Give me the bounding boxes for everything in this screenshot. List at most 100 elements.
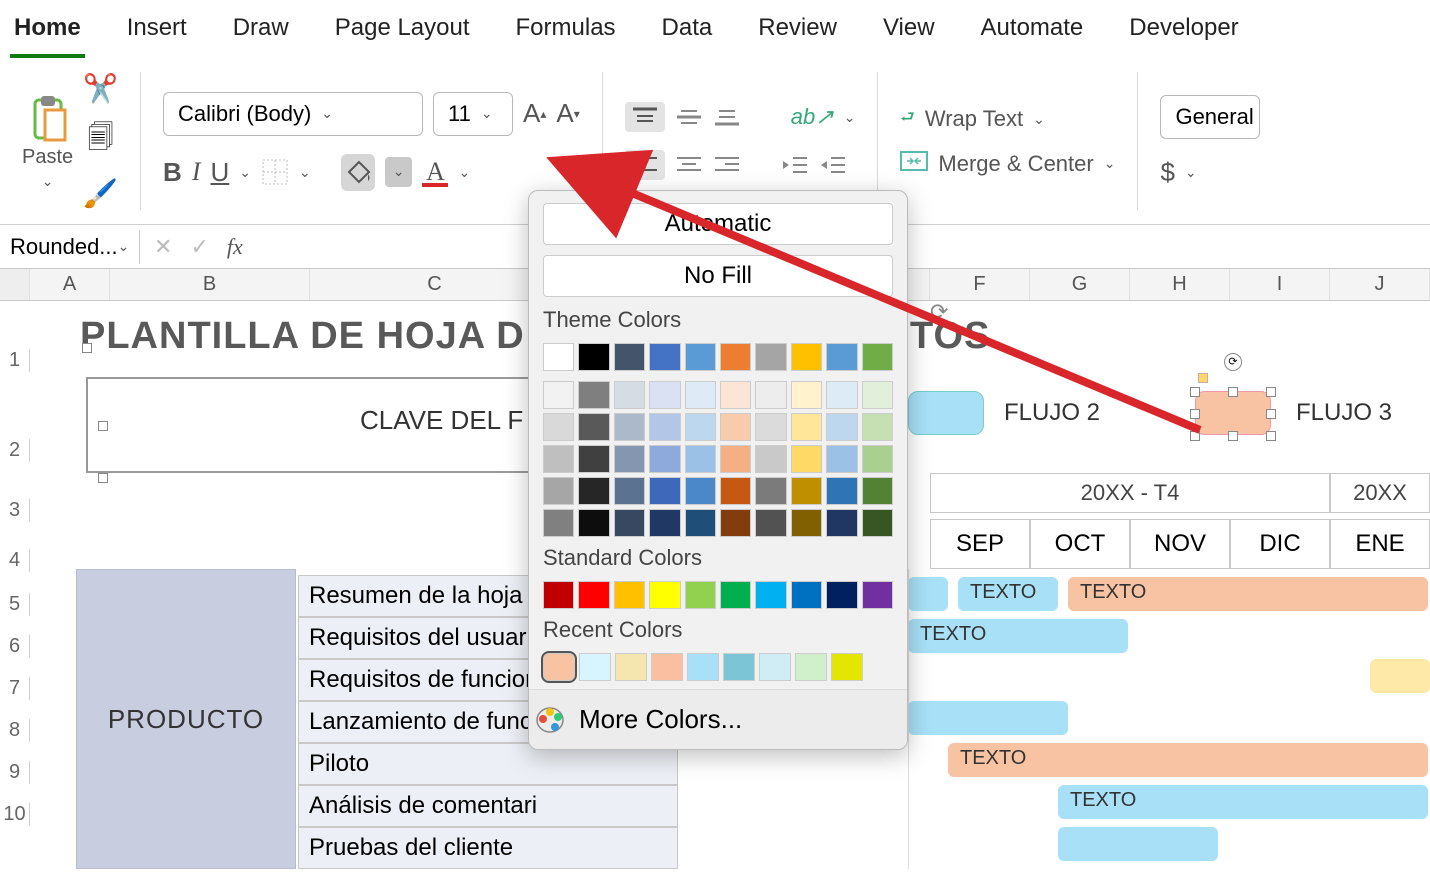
underline-chevron-icon[interactable]: ⌄ xyxy=(239,164,251,181)
font-size-select[interactable]: 11⌄ xyxy=(433,92,513,136)
color-swatch[interactable] xyxy=(543,413,574,441)
color-swatch[interactable] xyxy=(862,477,893,505)
color-swatch[interactable] xyxy=(543,445,574,473)
task-label[interactable]: Análisis de comentari xyxy=(298,785,678,827)
color-swatch[interactable] xyxy=(755,477,786,505)
color-swatch[interactable] xyxy=(649,581,680,609)
selection-handle[interactable] xyxy=(1190,387,1200,397)
color-swatch[interactable] xyxy=(791,413,822,441)
row-header[interactable]: 1 xyxy=(0,349,30,372)
row-header[interactable]: 7 xyxy=(0,677,30,700)
color-swatch[interactable] xyxy=(826,581,857,609)
fill-color-button[interactable] xyxy=(341,154,375,191)
align-top-button[interactable] xyxy=(625,102,665,132)
tab-data[interactable]: Data xyxy=(658,8,717,58)
color-swatch[interactable] xyxy=(826,477,857,505)
gantt-bar[interactable] xyxy=(908,701,1068,735)
color-swatch[interactable] xyxy=(614,477,645,505)
selection-handle[interactable] xyxy=(98,421,108,431)
color-swatch[interactable] xyxy=(614,509,645,537)
paste-button[interactable]: Paste xyxy=(22,92,73,169)
color-swatch[interactable] xyxy=(862,343,893,371)
number-format-select[interactable]: General xyxy=(1160,95,1260,139)
color-swatch[interactable] xyxy=(791,343,822,371)
gantt-bar[interactable]: TEXTO xyxy=(948,743,1428,777)
color-swatch[interactable] xyxy=(578,413,609,441)
underline-button[interactable]: U xyxy=(210,157,229,188)
gantt-bar[interactable]: TEXTO xyxy=(1058,785,1428,819)
gantt-bar[interactable]: TEXTO xyxy=(908,619,1128,653)
color-swatch[interactable] xyxy=(862,413,893,441)
color-swatch[interactable] xyxy=(687,653,719,681)
gantt-bar[interactable] xyxy=(1370,659,1430,693)
row-header[interactable]: 8 xyxy=(0,719,30,742)
gantt-bar[interactable]: TEXTO xyxy=(958,577,1058,611)
color-swatch[interactable] xyxy=(543,381,574,409)
borders-chevron-icon[interactable]: ⌄ xyxy=(299,164,311,181)
color-swatch[interactable] xyxy=(543,477,574,505)
row-header[interactable]: 6 xyxy=(0,635,30,658)
select-all-corner[interactable] xyxy=(0,269,30,300)
align-right-button[interactable] xyxy=(713,154,741,176)
color-swatch[interactable] xyxy=(795,653,827,681)
color-swatch[interactable] xyxy=(578,581,609,609)
increase-font-button[interactable]: A▴ xyxy=(523,98,546,129)
color-swatch[interactable] xyxy=(720,445,751,473)
color-swatch[interactable] xyxy=(578,477,609,505)
color-swatch[interactable] xyxy=(791,381,822,409)
selection-handle[interactable] xyxy=(1266,431,1276,441)
selection-handle[interactable] xyxy=(1228,387,1238,397)
color-swatch[interactable] xyxy=(685,581,716,609)
italic-button[interactable]: I xyxy=(192,157,201,187)
color-swatch[interactable] xyxy=(791,445,822,473)
gantt-bar[interactable] xyxy=(908,577,948,611)
color-swatch[interactable] xyxy=(791,509,822,537)
orientation-button[interactable]: ab↗ xyxy=(791,104,834,130)
color-swatch[interactable] xyxy=(649,343,680,371)
color-swatch[interactable] xyxy=(831,653,863,681)
borders-button[interactable] xyxy=(261,158,289,186)
color-swatch[interactable] xyxy=(720,477,751,505)
color-swatch[interactable] xyxy=(614,581,645,609)
color-swatch[interactable] xyxy=(685,343,716,371)
task-label[interactable]: Pruebas del cliente xyxy=(298,827,678,869)
font-color-button[interactable]: A xyxy=(422,157,448,187)
color-swatch[interactable] xyxy=(720,509,751,537)
color-swatch[interactable] xyxy=(614,445,645,473)
wrap-text-button[interactable]: ⮐ Wrap Text ⌄ xyxy=(900,106,1044,133)
orientation-chevron-icon[interactable]: ⌄ xyxy=(844,109,856,126)
color-swatch[interactable] xyxy=(720,413,751,441)
font-color-chevron-icon[interactable]: ⌄ xyxy=(458,164,470,181)
color-swatch[interactable] xyxy=(649,445,680,473)
color-swatch[interactable] xyxy=(649,413,680,441)
tab-view[interactable]: View xyxy=(879,8,939,58)
rotate-icon[interactable]: ⟳ xyxy=(930,299,948,325)
color-swatch[interactable] xyxy=(578,381,609,409)
color-swatch[interactable] xyxy=(614,343,645,371)
color-swatch[interactable] xyxy=(649,477,680,505)
rotate-handle[interactable]: ⟳ xyxy=(1224,353,1242,371)
tab-formulas[interactable]: Formulas xyxy=(512,8,620,58)
color-swatch[interactable] xyxy=(649,509,680,537)
no-fill-button[interactable]: No Fill xyxy=(543,255,893,297)
color-swatch[interactable] xyxy=(826,381,857,409)
accept-formula-icon[interactable]: ✓ xyxy=(190,234,208,260)
row-header[interactable]: 3 xyxy=(0,499,30,522)
adjust-handle[interactable] xyxy=(1198,373,1208,383)
fill-color-chevron-icon[interactable]: ⌄ xyxy=(385,157,413,187)
row-header[interactable]: 2 xyxy=(0,439,30,462)
color-swatch[interactable] xyxy=(685,413,716,441)
color-swatch[interactable] xyxy=(755,413,786,441)
fx-icon[interactable]: fx xyxy=(227,234,243,260)
color-swatch[interactable] xyxy=(543,581,574,609)
format-painter-icon[interactable]: 🖌️ xyxy=(83,177,118,210)
legend-shape-flujo3[interactable] xyxy=(1195,391,1271,435)
align-middle-button[interactable] xyxy=(675,106,703,128)
paste-chevron-icon[interactable]: ⌄ xyxy=(42,173,54,190)
color-swatch[interactable] xyxy=(614,413,645,441)
cancel-formula-icon[interactable]: ✕ xyxy=(154,234,172,260)
color-swatch[interactable] xyxy=(614,381,645,409)
tab-home[interactable]: Home xyxy=(10,8,85,58)
color-swatch[interactable] xyxy=(755,581,786,609)
color-swatch[interactable] xyxy=(791,477,822,505)
